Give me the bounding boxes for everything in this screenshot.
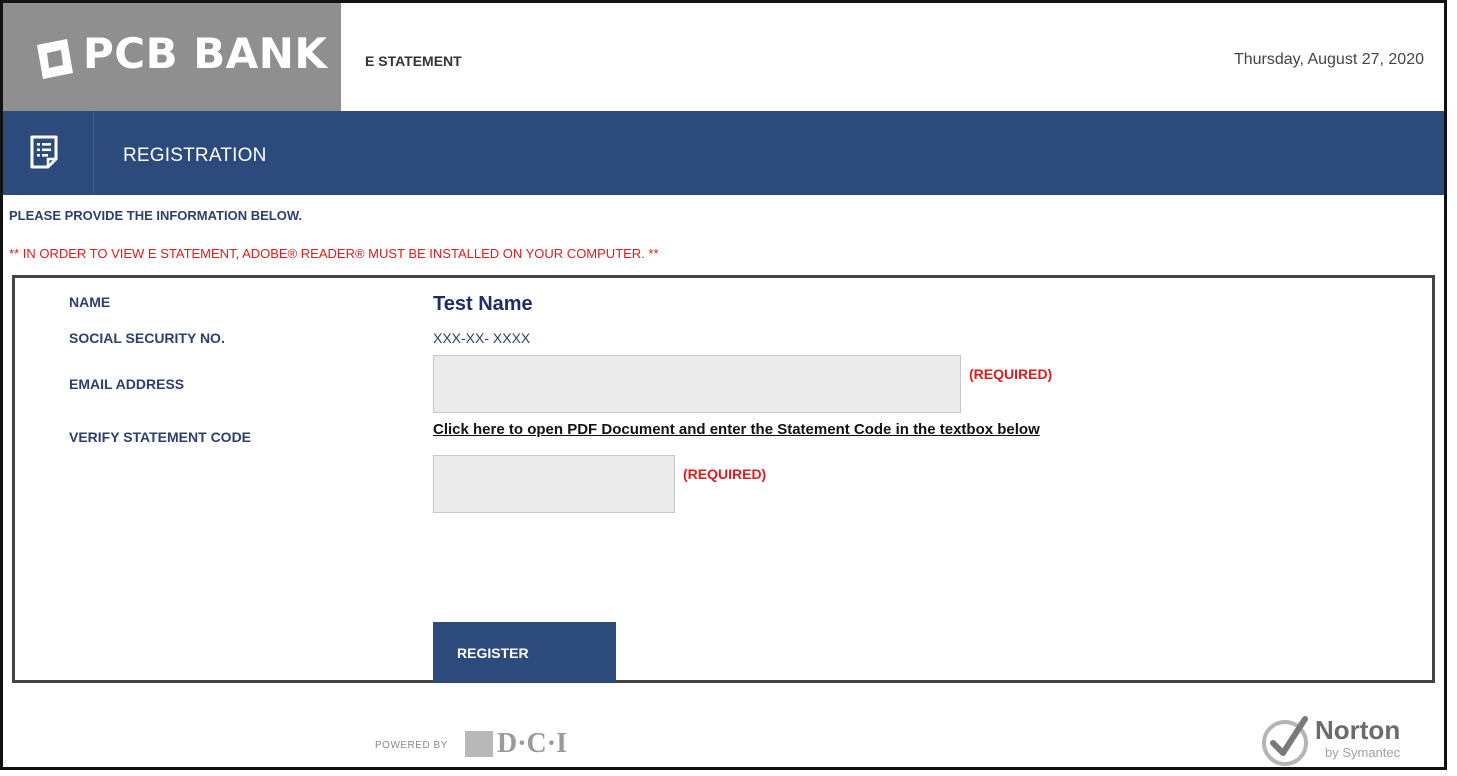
dci-logo-text: D·C·I (497, 728, 568, 759)
email-label: EMAIL ADDRESS (69, 376, 185, 392)
instructions-text: PLEASE PROVIDE THE INFORMATION BELOW. (9, 208, 302, 223)
current-date: Thursday, August 27, 2020 (1233, 51, 1424, 68)
register-button[interactable]: REGISTER (433, 622, 616, 683)
norton-subtext: by Symantec (1325, 745, 1401, 760)
statement-code-input[interactable] (433, 455, 675, 513)
name-value: Test Name (433, 293, 533, 315)
norton-logo-text: Norton (1315, 715, 1401, 745)
statement-code-label: VERIFY STATEMENT CODE (69, 429, 252, 445)
section-icon-cell (3, 111, 94, 195)
section-bar: REGISTRATION (3, 111, 1444, 195)
norton-check-icon (1262, 716, 1308, 766)
email-required-note: (REQUIRED) (969, 366, 1053, 382)
email-input[interactable] (433, 355, 961, 413)
page-frame: PCB BANK E STATEMENT Thursday, August 27… (0, 0, 1447, 770)
bank-logo-text: PCB BANK (83, 29, 328, 78)
name-label: NAME (69, 294, 111, 310)
registration-form: NAME Test Name SOCIAL SECURITY NO. XXX-X… (12, 275, 1435, 683)
bank-logo[interactable]: PCB BANK (3, 3, 341, 111)
open-pdf-link[interactable]: Click here to open PDF Document and ente… (433, 421, 1040, 438)
powered-by-label: POWERED BY (375, 740, 448, 751)
app-name: E STATEMENT (365, 53, 462, 69)
bank-logo-icon (37, 39, 73, 79)
adobe-warning: ** IN ORDER TO VIEW E STATEMENT, ADOBE® … (9, 246, 659, 261)
ssn-label: SOCIAL SECURITY NO. (69, 330, 225, 346)
document-list-icon (30, 135, 58, 169)
ssn-value: XXX-XX- XXXX (433, 330, 531, 346)
code-required-note: (REQUIRED) (683, 466, 767, 482)
norton-badge[interactable]: Norton by Symantec (1259, 699, 1439, 769)
dci-logo: D·C·I (465, 728, 567, 760)
page-title: REGISTRATION (123, 145, 267, 166)
dci-logo-icon (465, 731, 493, 757)
